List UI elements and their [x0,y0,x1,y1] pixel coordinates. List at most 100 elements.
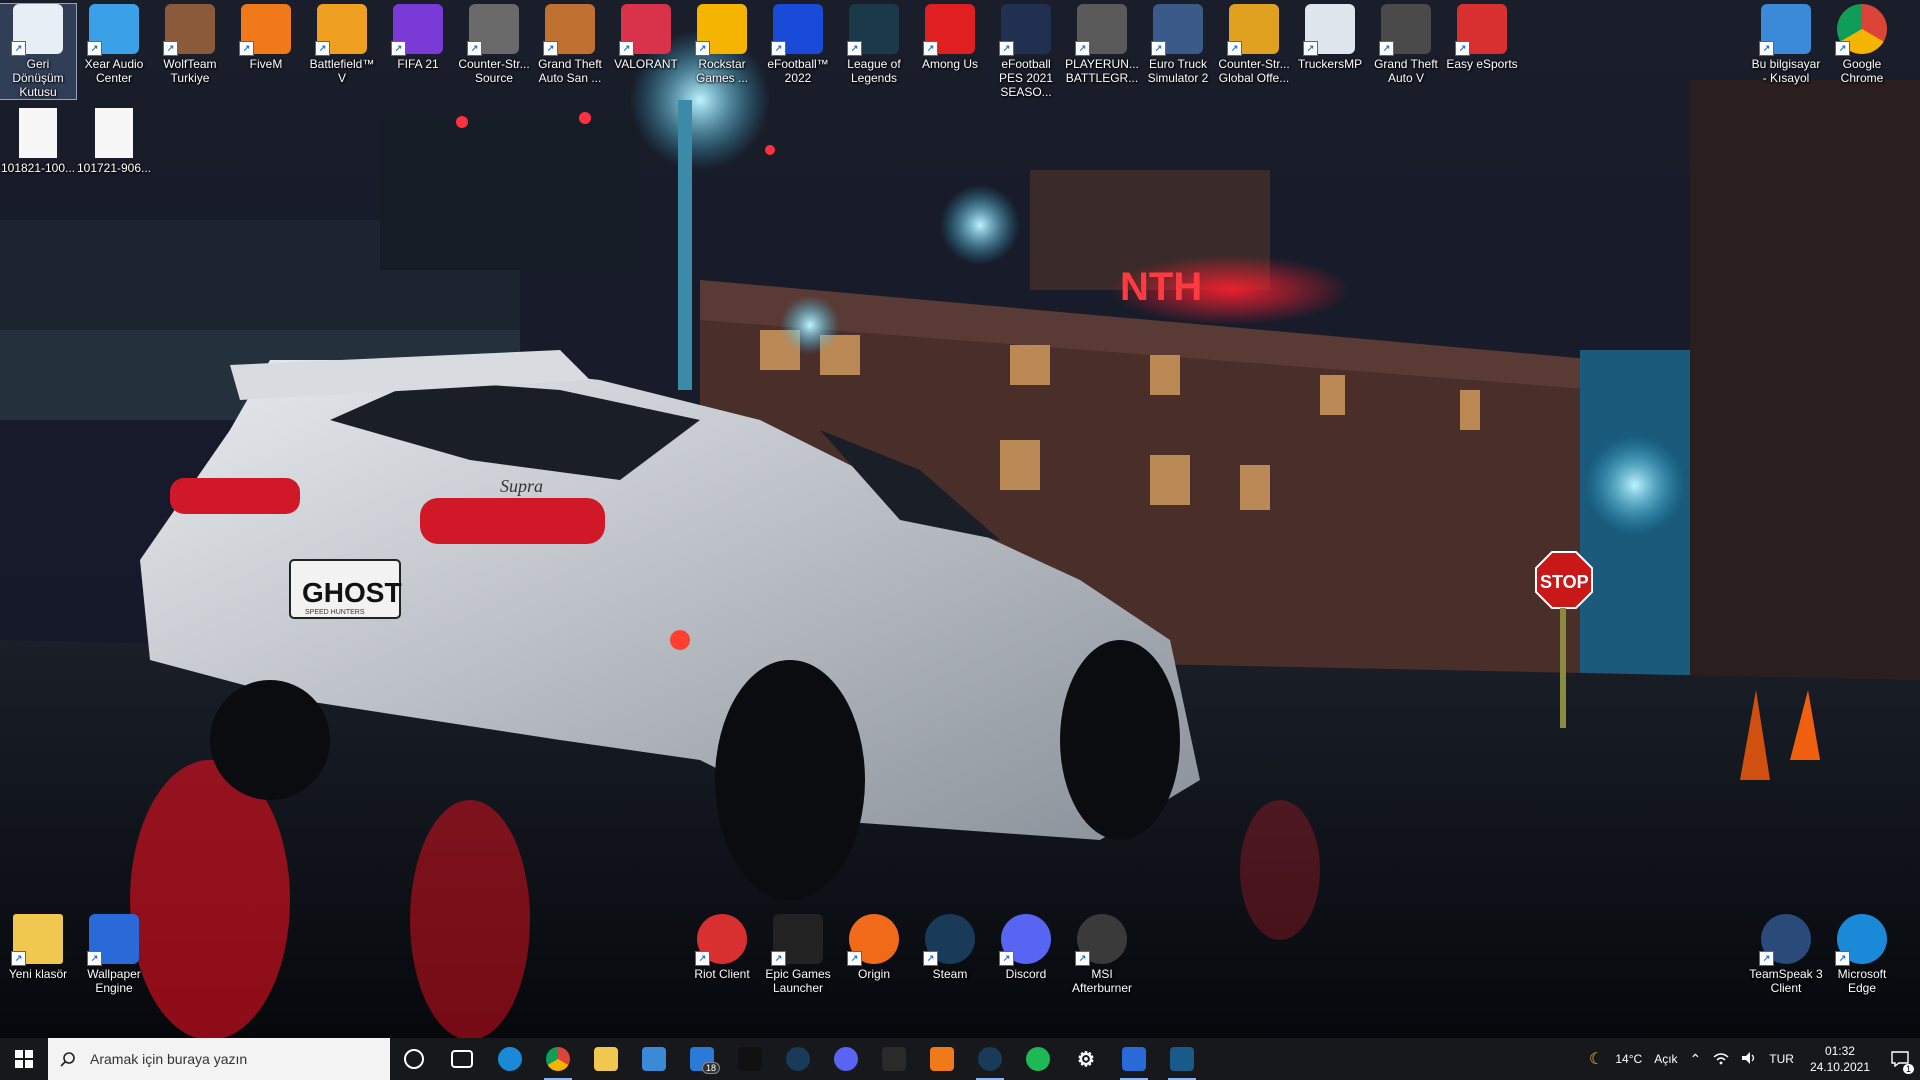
desktop-shortcut-label: Microsoft Edge [1837,967,1887,995]
desktop-shortcut-label: Counter-Str... Source [458,57,530,85]
action-center-button[interactable]: 1 [1880,1038,1920,1080]
desktop-shortcut[interactable]: ↗ Origin [836,914,912,981]
desktop-shortcut[interactable]: ↗ Yeni klasör [0,914,76,981]
weather-moon-icon[interactable]: ☾ [1583,1049,1609,1069]
taskbar-app-button[interactable] [918,1038,966,1080]
show-hidden-icons-chevron-icon[interactable]: ⌃ [1684,1051,1708,1068]
desktop-shortcut[interactable]: ↗ Wallpaper Engine [76,914,152,995]
weather-temperature[interactable]: 14°C [1609,1052,1648,1066]
desktop-shortcut[interactable]: ↗ Epic Games Launcher [760,914,836,995]
easy-esports-icon: ↗ [1455,4,1507,56]
desktop-shortcut-label: eFootball™ 2022 [767,57,829,85]
desktop-shortcut-label: Bu bilgisayar - Kısayol [1751,57,1821,85]
desktop-shortcut[interactable]: ↗ Xear Audio Center [76,4,152,85]
desktop-shortcut[interactable]: ↗ Euro Truck Simulator 2 [1140,4,1216,85]
desktop-shortcut[interactable]: ↗ Discord [988,914,1064,981]
desktop-shortcut-label: Discord [1005,967,1047,981]
taskbar-app-button[interactable] [726,1038,774,1080]
start-button[interactable] [0,1038,48,1080]
taskbar-search-box[interactable]: Aramak için buraya yazın [48,1038,390,1080]
desktop-shortcut[interactable]: ↗ Grand Theft Auto San ... [532,4,608,85]
desktop-shortcut[interactable]: ↗ TruckersMP [1292,4,1368,71]
shortcut-arrow-icon: ↗ [695,951,710,966]
taskbar-app-button[interactable] [1158,1038,1206,1080]
network-icon[interactable] [1707,1051,1735,1068]
edge-icon [498,1047,522,1071]
discord-icon [834,1047,858,1071]
taskbar-app-button[interactable] [390,1038,438,1080]
desktop-shortcut[interactable]: 101721-906... [76,108,152,175]
desktop-shortcut[interactable]: ↗ Microsoft Edge [1824,914,1900,995]
desktop-shortcut[interactable]: ↗ eFootball™ 2022 [760,4,836,85]
discord-icon: ↗ [999,914,1051,966]
desktop-shortcut[interactable]: ↗ WolfTeam Turkiye [152,4,228,85]
clock[interactable]: 01:32 24.10.2021 [1800,1043,1880,1075]
desktop-shortcut[interactable]: ↗ Steam [912,914,988,981]
desktop-shortcut[interactable]: ↗ MSI Afterburner [1064,914,1140,995]
shortcut-arrow-icon: ↗ [1075,41,1090,56]
stop-sign-text: STOP [1540,572,1589,592]
input-language[interactable]: TUR [1763,1052,1800,1066]
desktop-shortcut[interactable]: ↗ PLAYERUN... BATTLEGR... [1064,4,1140,85]
taskbar-app-button[interactable]: ⚙ [1062,1038,1110,1080]
taskbar-app-button[interactable] [870,1038,918,1080]
desktop-shortcut[interactable]: ↗ Google Chrome [1824,4,1900,85]
desktop-shortcut[interactable]: ↗ Grand Theft Auto V [1368,4,1444,85]
desktop-shortcut-label: League of Legends [847,57,901,85]
desktop-shortcut[interactable]: ↗ eFootball PES 2021 SEASO... [988,4,1064,99]
desktop-shortcut[interactable]: ↗ FiveM [228,4,304,71]
desktop-shortcut-label: Grand Theft Auto V [1374,57,1438,85]
fivem-icon: ↗ [239,4,291,56]
rockstar-games-icon: ↗ [695,4,747,56]
pes-2021-icon: ↗ [999,4,1051,56]
xbox-icon [882,1047,906,1071]
desktop-shortcut[interactable]: ↗ Bu bilgisayar - Kısayol [1748,4,1824,85]
shortcut-arrow-icon: ↗ [695,41,710,56]
edge-icon: ↗ [1835,914,1887,966]
taskbar-app-button[interactable] [486,1038,534,1080]
taskbar-app-button[interactable] [822,1038,870,1080]
volume-icon[interactable] [1735,1051,1763,1068]
search-placeholder: Aramak için buraya yazın [90,1051,248,1067]
taskbar-app-button[interactable] [534,1038,582,1080]
taskbar-app-button[interactable] [438,1038,486,1080]
shortcut-arrow-icon: ↗ [771,951,786,966]
windows-logo-icon [15,1050,33,1068]
desktop-shortcut[interactable]: ↗ FIFA 21 [380,4,456,71]
desktop-shortcut-label: TruckersMP [1297,57,1363,71]
taskbar-app-button[interactable] [774,1038,822,1080]
desktop-shortcut[interactable]: ↗ Among Us [912,4,988,71]
chrome-icon: ↗ [1835,4,1887,56]
steam-icon: ↗ [923,914,975,966]
desktop-shortcut[interactable]: ↗ League of Legends [836,4,912,85]
chrome-icon [546,1047,570,1071]
taskbar-app-button[interactable]: 18 [678,1038,726,1080]
shortcut-arrow-icon: ↗ [999,41,1014,56]
weather-condition[interactable]: Açık [1648,1052,1683,1066]
taskbar-app-button[interactable] [582,1038,630,1080]
desktop-shortcut[interactable]: ↗ Rockstar Games ... [684,4,760,85]
shortcut-arrow-icon: ↗ [1835,41,1850,56]
taskbar: Aramak için buraya yazın 18 ⚙ ☾ 14°C Açık… [0,1038,1920,1080]
desktop-shortcut[interactable]: ↗ Geri Dönüşüm Kutusu [0,3,77,100]
taskbar-app-button[interactable] [1014,1038,1062,1080]
fivem-icon [930,1047,954,1071]
desktop-shortcut[interactable]: ↗ Easy eSports [1444,4,1520,71]
desktop-shortcut[interactable]: ↗ VALORANT [608,4,684,71]
desktop-shortcut[interactable]: ↗ TeamSpeak 3 Client [1748,914,1824,995]
desktop-shortcut[interactable]: ↗ Counter-Str... Global Offe... [1216,4,1292,85]
file-icon [95,108,133,158]
taskbar-app-button[interactable] [966,1038,1014,1080]
taskbar-app-button[interactable] [1110,1038,1158,1080]
euro-truck-icon: ↗ [1151,4,1203,56]
desktop-shortcut[interactable]: ↗ Riot Client [684,914,760,981]
among-us-icon: ↗ [923,4,975,56]
desktop-shortcut[interactable]: ↗ Counter-Str... Source [456,4,532,85]
desktop-shortcut[interactable]: 101821-100... [0,108,76,175]
shortcut-arrow-icon: ↗ [315,41,330,56]
xear-audio-icon: ↗ [87,4,139,56]
file-icon [19,108,57,158]
taskbar-app-button[interactable] [630,1038,678,1080]
desktop-shortcut[interactable]: ↗ Battlefield™ V [304,4,380,85]
shortcut-arrow-icon: ↗ [1151,41,1166,56]
